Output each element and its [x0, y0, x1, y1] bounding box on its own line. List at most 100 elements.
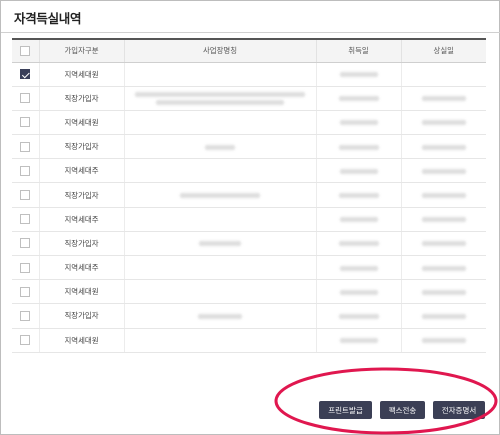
acquisition-date-cell: [316, 158, 402, 184]
row-checkbox[interactable]: [20, 165, 31, 176]
redacted-text: [339, 120, 378, 126]
select-all-header[interactable]: [12, 38, 40, 63]
redacted-text: [339, 338, 378, 344]
loss-date-cell: [401, 303, 486, 329]
table-row[interactable]: 직장가입자: [12, 303, 486, 329]
workplace-name-cell: [124, 207, 317, 232]
row-select-cell[interactable]: [12, 182, 40, 208]
row-select-cell[interactable]: [12, 328, 40, 353]
acquisition-date-cell: [316, 303, 402, 329]
redacted-text: [339, 72, 378, 78]
row-select-cell[interactable]: [12, 158, 40, 184]
row-checkbox[interactable]: [20, 286, 31, 297]
redacted-text: [421, 193, 466, 199]
redacted-text: [421, 313, 466, 319]
redacted-text: [135, 91, 305, 106]
subscriber-type-cell: 지역세대원: [39, 279, 125, 305]
loss-date-cell: [401, 158, 486, 184]
acquisition-date-cell: [316, 328, 402, 353]
row-checkbox[interactable]: [20, 93, 31, 104]
subscriber-type-cell: 지역세대원: [39, 110, 125, 136]
subscriber-type-cell: 직장가입자: [39, 86, 125, 111]
redacted-text: [199, 241, 241, 247]
row-checkbox[interactable]: [20, 262, 31, 273]
loss-date-cell: [401, 255, 486, 281]
table-row[interactable]: 직장가입자: [12, 182, 486, 208]
row-select-cell[interactable]: [12, 110, 40, 136]
print-issue-button[interactable]: 프린트발급: [319, 401, 372, 419]
qualification-history-panel: 자격득실내역 가입자구분 사업장명칭 취득일 상실일 지역세대원 직장가입자 지역세: [0, 0, 500, 435]
redacted-text: [338, 96, 379, 102]
fax-send-button[interactable]: 팩스전송: [380, 401, 425, 419]
workplace-name-cell: [124, 303, 317, 329]
redacted-text: [338, 313, 379, 319]
history-table: 가입자구분 사업장명칭 취득일 상실일 지역세대원 직장가입자 지역세대원 직장가입자…: [12, 38, 486, 353]
redacted-text: [339, 168, 378, 174]
workplace-name-cell: [124, 86, 317, 111]
panel-title: 자격득실내역: [14, 11, 82, 26]
redacted-text: [421, 289, 466, 295]
redacted-text: [339, 265, 378, 271]
workplace-name-cell: [124, 62, 317, 87]
row-select-cell[interactable]: [12, 231, 40, 257]
acquisition-date-cell: [316, 86, 402, 111]
loss-date-cell: [401, 182, 486, 208]
acquisition-date-cell: [316, 134, 402, 160]
redacted-text: [339, 289, 378, 295]
loss-date-cell: [401, 62, 486, 87]
row-select-cell[interactable]: [12, 207, 40, 232]
row-select-cell[interactable]: [12, 255, 40, 281]
row-checkbox[interactable]: [20, 69, 31, 80]
redacted-text: [421, 265, 466, 271]
row-select-cell[interactable]: [12, 86, 40, 111]
row-checkbox[interactable]: [20, 214, 31, 225]
row-select-cell[interactable]: [12, 134, 40, 160]
row-select-cell[interactable]: [12, 303, 40, 329]
loss-date-cell: [401, 110, 486, 136]
e-certificate-button[interactable]: 전자증명서: [433, 401, 485, 419]
header-acquisition-date: 취득일: [316, 38, 402, 63]
table-row[interactable]: 지역세대원: [12, 110, 486, 136]
subscriber-type-cell: 지역세대주: [39, 158, 125, 184]
table-row[interactable]: 지역세대원: [12, 62, 486, 87]
select-all-checkbox[interactable]: [20, 45, 31, 56]
redacted-text: [421, 120, 466, 126]
row-checkbox[interactable]: [20, 335, 31, 346]
table-row[interactable]: 지역세대주: [12, 255, 486, 281]
table-row[interactable]: 지역세대주: [12, 207, 486, 232]
row-select-cell[interactable]: [12, 62, 40, 87]
acquisition-date-cell: [316, 231, 402, 257]
subscriber-type-cell: 직장가입자: [39, 134, 125, 160]
workplace-name-cell: [124, 328, 317, 353]
row-checkbox[interactable]: [20, 310, 31, 321]
loss-date-cell: [401, 279, 486, 305]
table-row[interactable]: 지역세대원: [12, 279, 486, 305]
subscriber-type-cell: 지역세대주: [39, 207, 125, 232]
action-buttons: 프린트발급 팩스전송 전자증명서: [319, 401, 485, 419]
workplace-name-cell: [124, 182, 317, 208]
row-select-cell[interactable]: [12, 279, 40, 305]
row-checkbox[interactable]: [20, 141, 31, 152]
row-checkbox[interactable]: [20, 190, 31, 201]
redacted-text: [205, 144, 235, 150]
workplace-name-cell: [124, 158, 317, 184]
table-body: 지역세대원 직장가입자 지역세대원 직장가입자 지역세대주 직장가입자 지역세대주 직장가입자…: [12, 62, 486, 353]
loss-date-cell: [401, 207, 486, 232]
table-row[interactable]: 직장가입자: [12, 231, 486, 257]
acquisition-date-cell: [316, 255, 402, 281]
table-row[interactable]: 지역세대주: [12, 158, 486, 184]
table-row[interactable]: 지역세대원: [12, 328, 486, 353]
acquisition-date-cell: [316, 62, 402, 87]
subscriber-type-cell: 직장가입자: [39, 303, 125, 329]
redacted-text: [338, 144, 379, 150]
table-row[interactable]: 직장가입자: [12, 134, 486, 160]
redacted-text: [421, 338, 466, 344]
redacted-text: [198, 313, 242, 319]
header-loss-date: 상실일: [401, 38, 486, 63]
subscriber-type-cell: 직장가입자: [39, 231, 125, 257]
loss-date-cell: [401, 134, 486, 160]
row-checkbox[interactable]: [20, 117, 31, 128]
table-row[interactable]: 직장가입자: [12, 86, 486, 111]
redacted-text: [421, 168, 466, 174]
row-checkbox[interactable]: [20, 238, 31, 249]
